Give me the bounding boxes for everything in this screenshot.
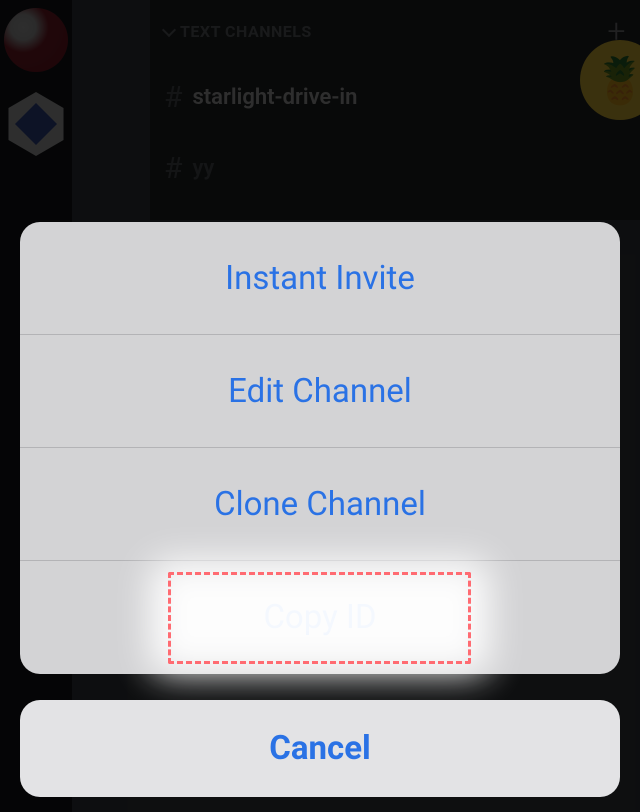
instant-invite-button[interactable]: Instant Invite — [20, 222, 620, 335]
cancel-button[interactable]: Cancel — [20, 700, 620, 797]
copy-id-button[interactable]: Copy ID — [20, 561, 620, 674]
edit-channel-button[interactable]: Edit Channel — [20, 335, 620, 448]
clone-channel-button[interactable]: Clone Channel — [20, 448, 620, 561]
context-menu-sheet: Instant Invite Edit Channel Clone Channe… — [20, 222, 620, 674]
